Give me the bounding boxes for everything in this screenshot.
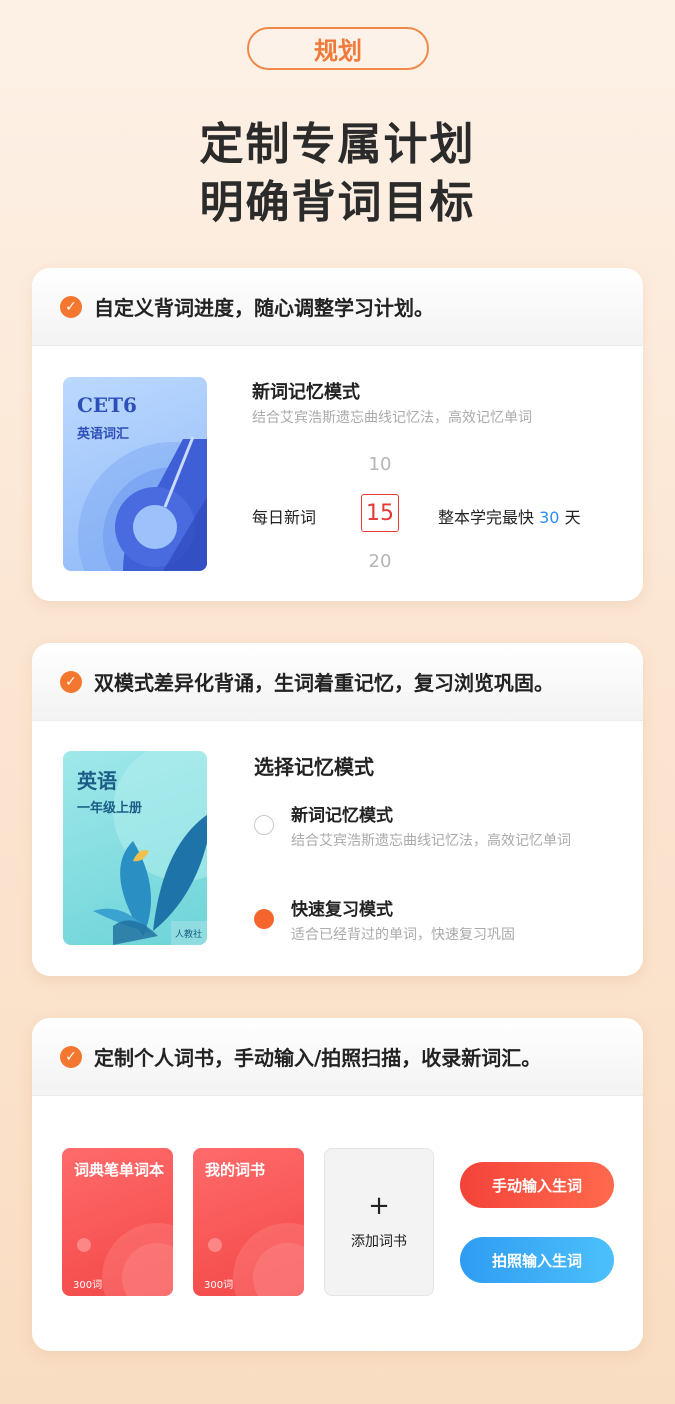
picker-option-above[interactable]: 10 [363, 454, 397, 475]
card-header-text: 自定义背词进度，随心调整学习计划。 [94, 296, 434, 320]
finish-suffix: 天 [564, 508, 581, 527]
book-cover-english[interactable]: 英语 一年级上册 人教社 [63, 751, 207, 945]
section-title: 选择记忆模式 [254, 755, 374, 779]
card-dual-mode: ✓ 双模式差异化背诵，生词着重记忆，复习浏览巩固。 英语 一年级上册 人教社 选… [32, 643, 643, 976]
wordbook-card[interactable]: 词典笔单词本 300词 [62, 1148, 173, 1296]
card-header-text: 定制个人词书，手动输入/拍照扫描，收录新词汇。 [94, 1046, 542, 1070]
card-header: ✓ 定制个人词书，手动输入/拍照扫描，收录新词汇。 [32, 1018, 643, 1096]
option-desc-new: 结合艾宾浩斯遗忘曲线记忆法，高效记忆单词 [291, 833, 571, 849]
finish-estimate: 整本学完最快 30 天 [438, 504, 581, 528]
card-header-text: 双模式差异化背诵，生词着重记忆，复习浏览巩固。 [94, 671, 554, 695]
manual-input-button[interactable]: 手动输入生词 [460, 1162, 614, 1208]
book-cover-cet6[interactable]: CET6 英语词汇 [63, 377, 207, 571]
book-title: CET6 [77, 393, 137, 417]
wordbook-card[interactable]: 我的词书 300词 [193, 1148, 304, 1296]
finish-prefix: 整本学完最快 [438, 508, 535, 527]
check-icon: ✓ [60, 295, 82, 318]
wordbook-count: 300词 [73, 1280, 103, 1291]
card-header: ✓ 自定义背词进度，随心调整学习计划。 [32, 268, 643, 346]
option-title-review[interactable]: 快速复习模式 [291, 895, 393, 920]
picker-option-below[interactable]: 20 [363, 551, 397, 572]
headline-line2: 明确背词目标 [199, 177, 476, 228]
add-wordbook-label: 添加词书 [351, 1234, 407, 1250]
daily-label: 每日新词 [252, 508, 317, 527]
option-title-new[interactable]: 新词记忆模式 [291, 801, 393, 826]
mode-title: 新词记忆模式 [252, 382, 360, 403]
section-tag: 规划 [247, 27, 429, 70]
check-icon: ✓ [60, 670, 82, 693]
book-subtitle: 英语词汇 [77, 427, 130, 442]
radio-fast-review-mode[interactable] [254, 909, 274, 929]
wordbook-title: 词典笔单词本 [74, 1161, 165, 1179]
radio-new-word-mode[interactable] [254, 815, 274, 835]
option-desc-review: 适合已经背过的单词，快速复习巩固 [291, 927, 515, 943]
check-icon: ✓ [60, 1045, 82, 1068]
add-wordbook-button[interactable]: + 添加词书 [324, 1148, 434, 1296]
plus-icon: + [368, 1191, 390, 1221]
book-publisher: 人教社 [175, 930, 203, 940]
mode-description: 结合艾宾浩斯遗忘曲线记忆法，高效记忆单词 [252, 410, 532, 426]
card-header: ✓ 双模式差异化背诵，生词着重记忆，复习浏览巩固。 [32, 643, 643, 721]
wordbook-title: 我的词书 [205, 1161, 266, 1179]
finish-days: 30 [539, 508, 560, 527]
card-progress: ✓ 自定义背词进度，随心调整学习计划。 CET6 英语词汇 新词记忆模式 结合艾… [32, 268, 643, 601]
headline-line1: 定制专属计划 [199, 119, 476, 170]
book-subtitle: 一年级上册 [77, 801, 143, 816]
photo-input-button[interactable]: 拍照输入生词 [460, 1237, 614, 1283]
wordbook-count: 300词 [204, 1280, 234, 1291]
picker-selected-value[interactable]: 15 [361, 494, 399, 532]
book-title: 英语 [77, 769, 117, 793]
